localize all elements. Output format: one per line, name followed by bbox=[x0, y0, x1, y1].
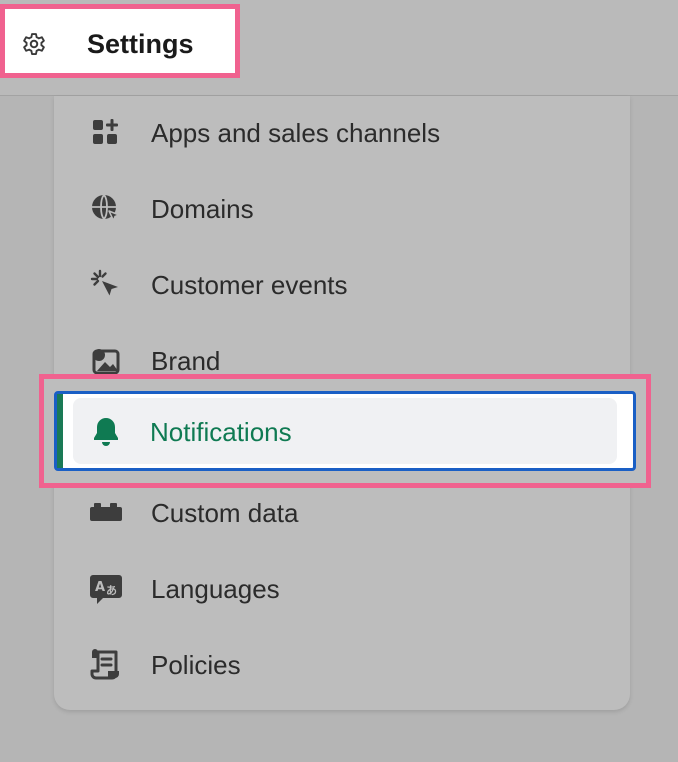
bell-icon bbox=[94, 418, 118, 446]
policy-document-icon bbox=[90, 649, 119, 680]
apps-icon bbox=[93, 119, 118, 144]
menu-item-label: Brand bbox=[151, 346, 221, 376]
menu-item-label: Domains bbox=[151, 194, 254, 224]
menu-item-label: Notifications bbox=[150, 417, 292, 447]
svg-text:あ: あ bbox=[106, 584, 117, 597]
notifications-highlight: Notifications bbox=[39, 374, 651, 488]
settings-header-highlight[interactable]: Settings bbox=[0, 4, 240, 78]
menu-item-label: Apps and sales channels bbox=[151, 118, 441, 148]
selected-indicator bbox=[57, 394, 63, 468]
top-bar: Settings bbox=[0, 0, 678, 96]
blocks-icon bbox=[90, 503, 122, 521]
gear-icon bbox=[23, 33, 45, 55]
svg-text:A: A bbox=[95, 580, 105, 595]
cursor-click-icon bbox=[90, 269, 118, 296]
menu-item-policies[interactable]: Policies bbox=[54, 628, 630, 704]
menu-item-label: Languages bbox=[151, 574, 280, 604]
menu-item-notifications[interactable]: Notifications bbox=[54, 391, 636, 471]
menu-item-languages[interactable]: A あ Languages bbox=[54, 552, 630, 628]
menu-item-label: Custom data bbox=[151, 498, 299, 528]
menu-item-label: Customer events bbox=[151, 270, 348, 300]
menu-item-apps-and-sales-channels[interactable]: Apps and sales channels bbox=[54, 96, 630, 172]
language-icon: A あ bbox=[90, 575, 122, 604]
menu-item-customer-events[interactable]: Customer events bbox=[54, 248, 630, 324]
menu-item-label: Policies bbox=[151, 650, 241, 680]
page-title: Settings bbox=[87, 29, 194, 59]
menu-item-domains[interactable]: Domains bbox=[54, 172, 630, 248]
globe-icon bbox=[92, 194, 120, 222]
